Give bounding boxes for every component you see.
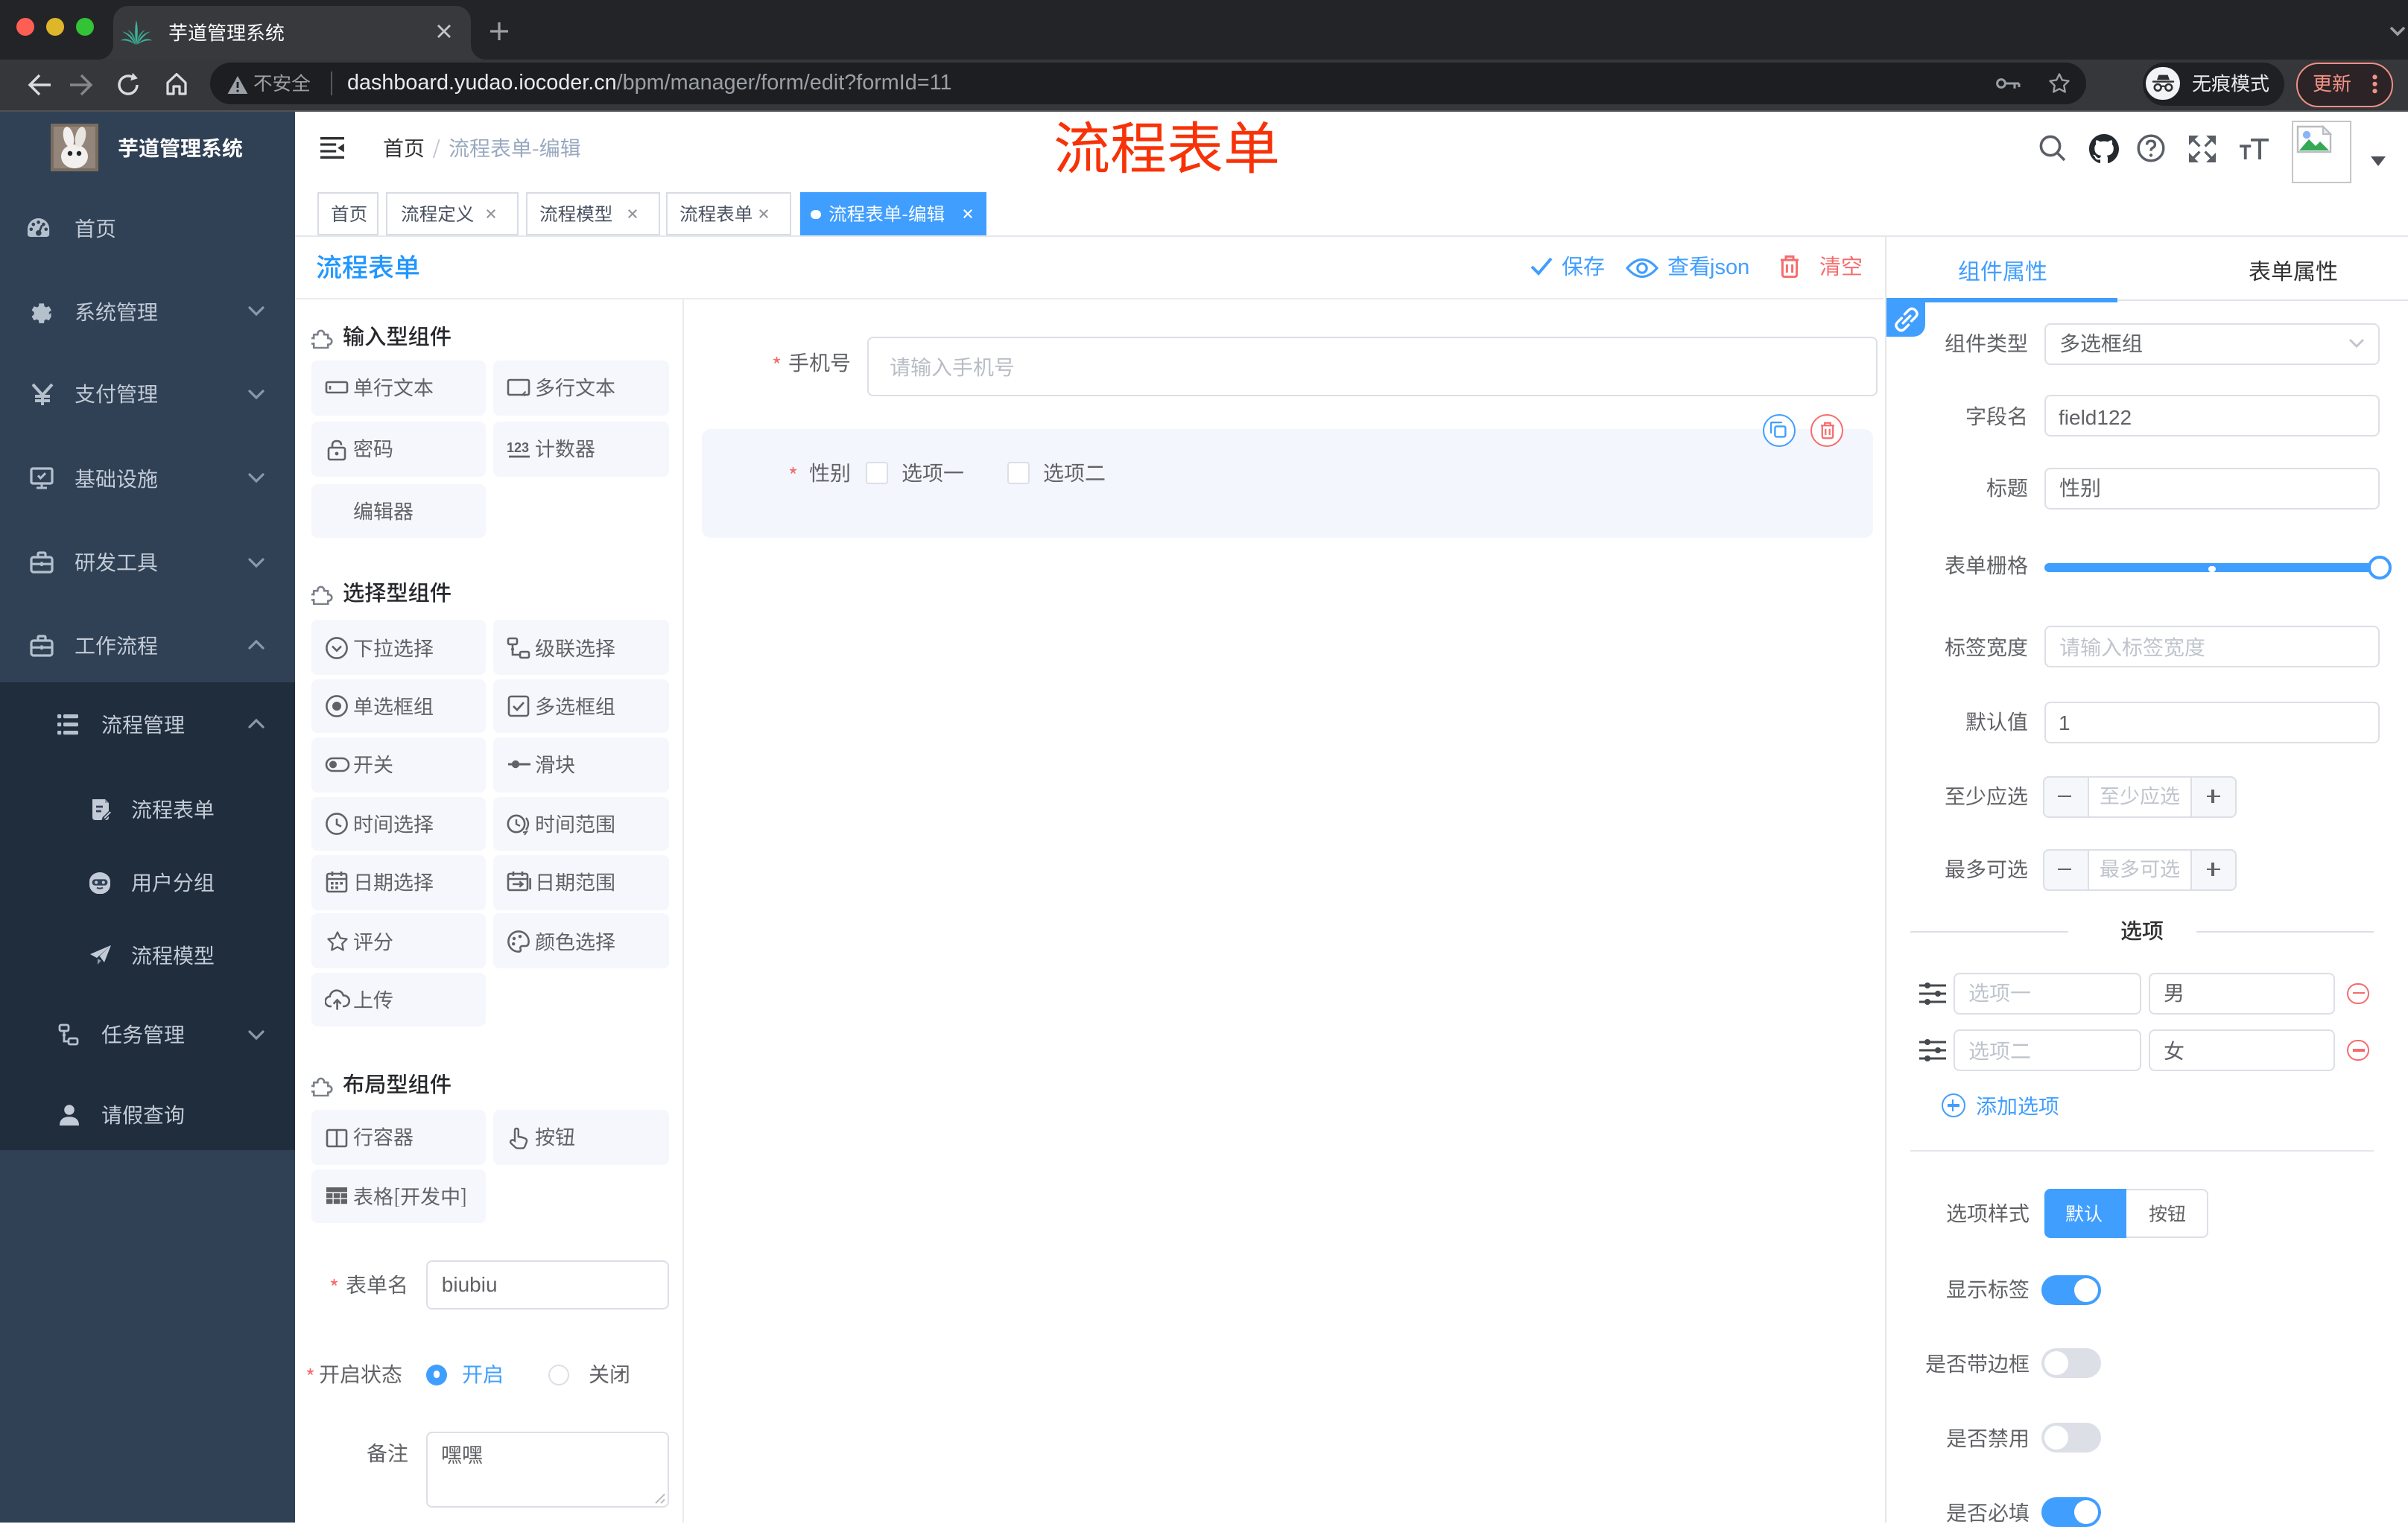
svg-text:123: 123 — [506, 439, 528, 454]
